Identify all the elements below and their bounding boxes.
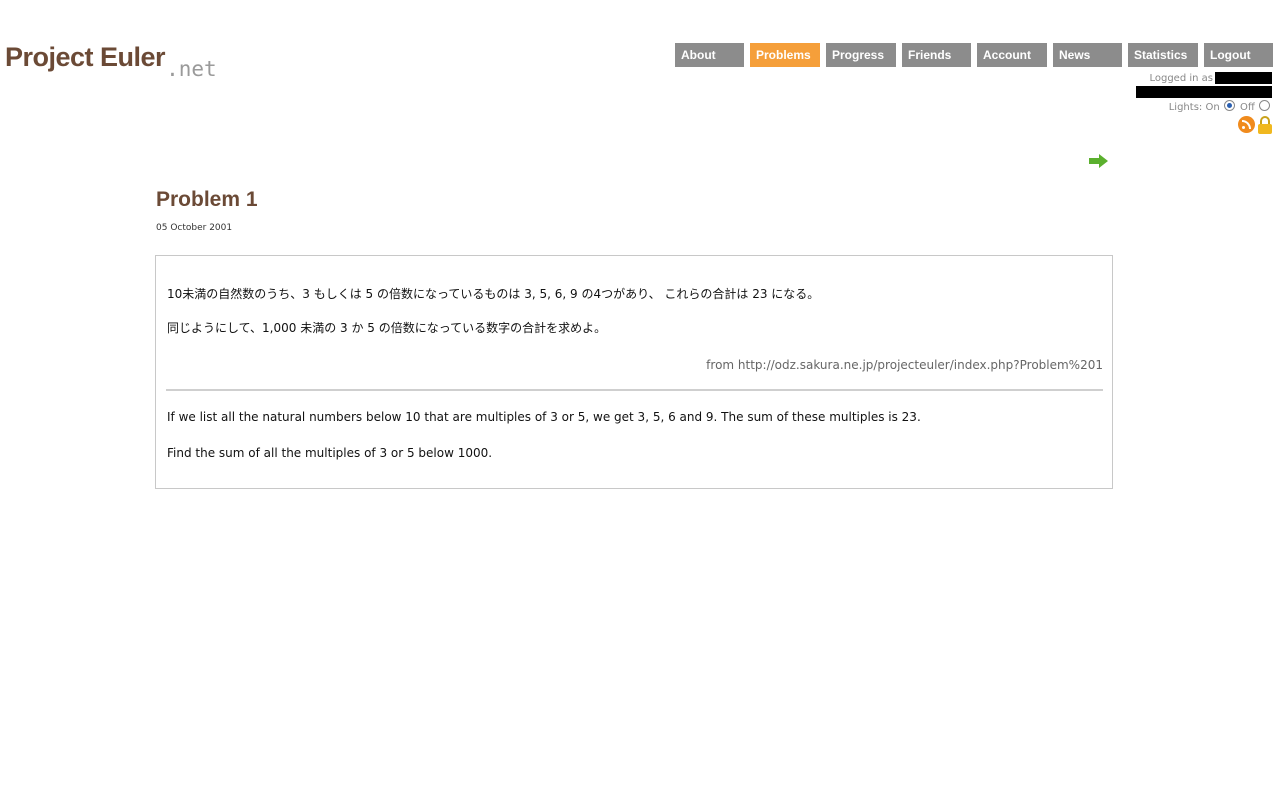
lock-icon[interactable] — [1258, 116, 1272, 134]
lights-off-radio[interactable] — [1259, 100, 1270, 111]
logged-in-label: Logged in as — [1149, 73, 1213, 84]
problem-en-line-1: If we list all the natural numbers below… — [167, 410, 921, 424]
nav-problems[interactable]: Problems — [750, 43, 820, 67]
lights-off-label: Off — [1240, 102, 1255, 113]
nav-logout[interactable]: Logout — [1204, 43, 1273, 67]
divider — [166, 389, 1103, 391]
source-link[interactable]: from http://odz.sakura.ne.jp/projecteule… — [706, 358, 1103, 372]
problem-jp-line-1: 10未満の自然数のうち、3 もしくは 5 の倍数になっているものは 3, 5, … — [167, 287, 820, 301]
page: Project Euler.net About Problems Progres… — [0, 0, 1280, 800]
lights-toggle: Lights: On Off — [1136, 100, 1272, 113]
header-icons — [1136, 116, 1272, 136]
lights-on-label: Lights: On — [1168, 102, 1220, 113]
problem-en-line-2: Find the sum of all the multiples of 3 o… — [167, 446, 493, 460]
problem-date: 05 October 2001 — [156, 223, 233, 233]
redacted-username — [1215, 72, 1272, 84]
logged-in-line: Logged in as — [1136, 72, 1272, 85]
site-logo[interactable]: Project Euler.net — [5, 42, 217, 81]
rss-icon[interactable] — [1238, 116, 1255, 133]
logo-suffix: .net — [166, 57, 217, 81]
problem-content: 10未満の自然数のうち、3 もしくは 5 の倍数になっているものは 3, 5, … — [155, 255, 1113, 489]
nav-progress[interactable]: Progress — [826, 43, 896, 67]
user-info: Logged in as Lights: On Off — [1136, 72, 1272, 136]
problem-jp-line-2: 同じようにして、1,000 未満の 3 か 5 の倍数になっている数字の合計を求… — [167, 321, 607, 335]
problem-title: Problem 1 — [156, 188, 258, 211]
redacted-username-extra — [1136, 86, 1272, 98]
lights-on-radio[interactable] — [1223, 100, 1235, 111]
arrow-right-icon[interactable] — [1089, 154, 1109, 168]
logo-text: Project Euler — [5, 42, 166, 72]
nav-news[interactable]: News — [1053, 43, 1122, 67]
nav-account[interactable]: Account — [977, 43, 1047, 67]
nav-friends[interactable]: Friends — [902, 43, 971, 67]
nav-about[interactable]: About — [675, 43, 744, 67]
nav-statistics[interactable]: Statistics — [1128, 43, 1198, 67]
